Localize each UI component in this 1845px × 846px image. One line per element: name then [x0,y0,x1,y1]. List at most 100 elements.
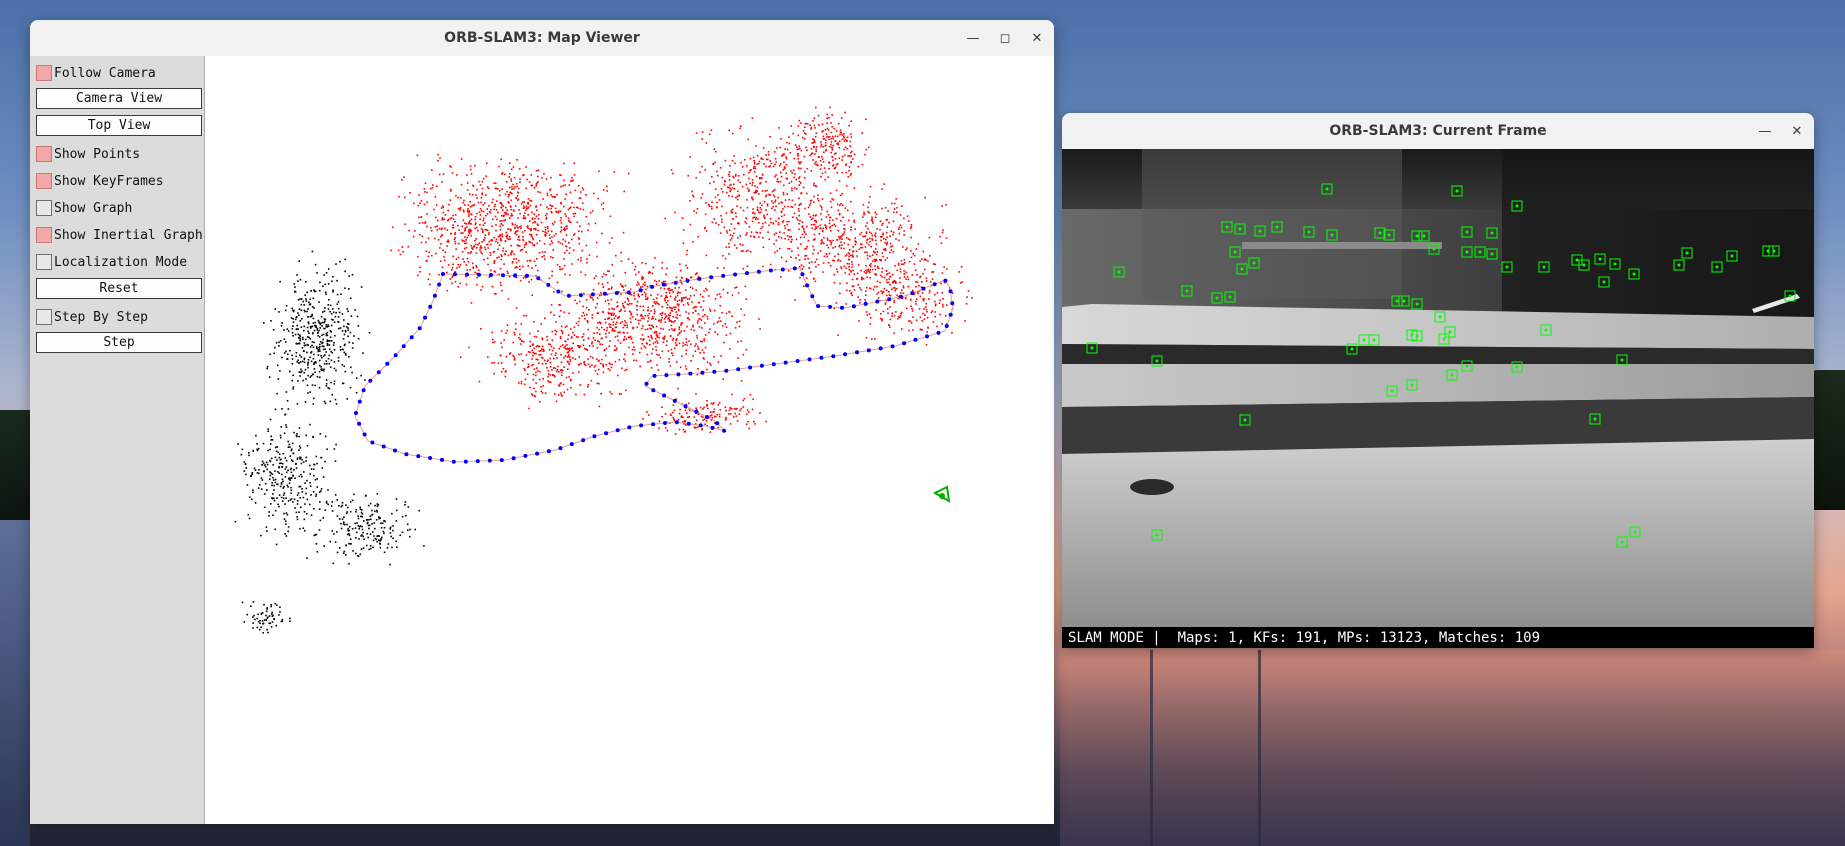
map-point [480,196,483,199]
map-point [509,238,511,240]
checkbox-box[interactable] [36,309,52,325]
map-point [740,340,743,342]
minimize-icon[interactable]: — [964,29,982,47]
map-viewer-window[interactable]: ORB-SLAM3: Map Viewer — ◻ ✕ Follow Camer… [30,20,1054,824]
map-point [807,257,809,260]
map-point [493,260,496,262]
map-point [837,203,839,206]
map-point [292,452,295,455]
map-point [745,217,747,219]
map-point [848,219,850,222]
map-point [484,248,487,251]
map-point [460,197,462,199]
map-point [527,207,529,209]
map-point [339,346,342,348]
map-point [744,285,747,288]
map-point [865,294,867,296]
keyframe-marker [792,266,797,271]
map-point-cloud[interactable] [205,56,1054,824]
show-points-checkbox[interactable]: Show Points [36,143,202,165]
checkbox-box[interactable] [36,200,52,216]
map-point [844,228,846,231]
map-point [689,409,691,412]
checkbox-box[interactable] [36,65,52,81]
map-point [669,320,672,322]
map-point [287,353,289,356]
checkbox-box[interactable] [36,173,52,189]
map-point [922,250,925,253]
map-point [535,169,538,172]
map-point [331,510,334,512]
map-point [867,227,869,230]
map-point [729,190,731,193]
map-point [495,187,497,190]
map-point [666,340,668,342]
minimize-icon[interactable]: — [1756,122,1774,140]
show-keyframes-checkbox[interactable]: Show KeyFrames [36,170,202,192]
map-point [859,287,861,289]
checkbox-box[interactable] [36,227,52,243]
map-point [477,229,479,232]
map-point [525,205,528,208]
step-by-step-checkbox[interactable]: Step By Step [36,306,202,328]
map-point [654,337,657,340]
map-point [360,548,363,550]
reset-button[interactable]: Reset [36,278,202,299]
map-point [319,433,322,435]
map-point [589,296,592,299]
map-point [893,301,895,304]
follow-camera-checkbox[interactable]: Follow Camera [36,62,202,84]
map-point [881,276,884,278]
map-point [814,141,816,143]
show-graph-checkbox[interactable]: Show Graph [36,197,202,219]
water-left [0,520,30,846]
map-point [742,250,745,252]
map-3d-canvas[interactable] [205,56,1054,824]
close-icon[interactable]: ✕ [1028,29,1046,47]
map-point [553,196,556,198]
map-point [918,308,921,310]
map-point [678,286,680,289]
map-point [790,205,792,208]
map-point [895,238,897,240]
step-button[interactable]: Step [36,332,202,353]
map-point [495,238,498,241]
map-point [462,232,464,234]
map-point [305,298,307,300]
map-point [471,204,473,207]
maximize-icon[interactable]: ◻ [996,29,1014,47]
close-icon[interactable]: ✕ [1788,122,1806,140]
map-point [673,409,676,412]
map-point [503,211,506,214]
map-point [737,190,739,193]
map-point [477,243,479,246]
current-frame-titlebar[interactable]: ORB-SLAM3: Current Frame — ✕ [1062,113,1814,150]
checkbox-box[interactable] [36,146,52,162]
map-point [349,510,352,513]
top-view-button[interactable]: Top View [36,115,202,136]
map-point [914,269,917,271]
map-point [725,409,727,412]
map-point [746,265,749,267]
camera-view-button[interactable]: Camera View [36,88,202,109]
map-point [699,293,702,296]
map-viewer-titlebar[interactable]: ORB-SLAM3: Map Viewer — ◻ ✕ [30,20,1054,57]
map-point [285,466,288,468]
map-point [320,355,322,357]
map-point [328,299,330,301]
map-point [745,222,748,225]
map-point [708,203,710,206]
map-point [315,345,318,348]
localization-mode-checkbox[interactable]: Localization Mode [36,251,202,273]
map-point [761,225,764,228]
map-point [661,314,663,316]
current-frame-window[interactable]: ORB-SLAM3: Current Frame — ✕ SLAM MODE |… [1062,113,1814,648]
map-point [829,106,831,109]
map-point [909,320,912,323]
keyframe-marker [385,361,390,366]
map-point [510,208,513,211]
checkbox-box[interactable] [36,254,52,270]
map-point [763,200,766,203]
map-point [814,185,817,187]
map-point [332,289,334,292]
